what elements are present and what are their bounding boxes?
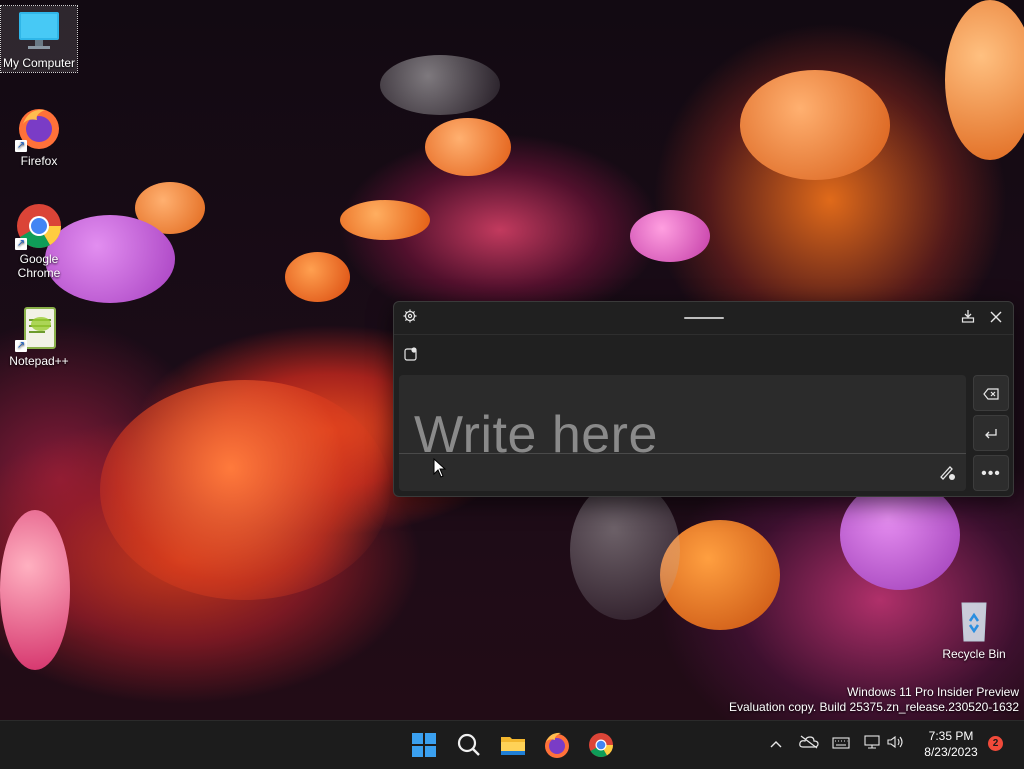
write-placeholder: Write here: [414, 406, 658, 464]
handwriting-titlebar[interactable]: [394, 302, 1013, 335]
file-explorer-icon[interactable]: [497, 729, 529, 761]
shortcut-arrow-icon: ↗: [15, 140, 27, 152]
more-icon: •••: [981, 465, 1001, 482]
desktop-icon-label: Notepad++: [9, 354, 69, 368]
writing-baseline: [399, 453, 966, 454]
backspace-button[interactable]: [973, 375, 1009, 411]
chevron-up-icon[interactable]: [768, 735, 784, 755]
desktop-icon-firefox[interactable]: ↗ Firefox: [1, 104, 77, 168]
network-icon[interactable]: [863, 735, 881, 755]
chrome-icon[interactable]: [585, 729, 617, 761]
keyboard-icon[interactable]: [832, 735, 850, 755]
start-icon[interactable]: [408, 729, 440, 761]
clock-time: 7:35 PM: [928, 729, 974, 743]
taskbar-clock[interactable]: 7:35 PM 8/23/2023: [915, 728, 987, 760]
pen-icon[interactable]: [938, 463, 956, 481]
enter-button[interactable]: [973, 415, 1009, 451]
emoji-icon[interactable]: [404, 347, 418, 361]
recycle-bin-icon: [950, 597, 998, 645]
backspace-icon: [983, 385, 999, 401]
firefox-icon: ↗: [15, 104, 63, 152]
desktop-icon-recycle-bin[interactable]: Recycle Bin: [936, 597, 1012, 661]
search-icon[interactable]: [453, 729, 485, 761]
notepadpp-icon: ↗: [15, 304, 63, 352]
titlebar-divider: [394, 334, 1013, 335]
watermark-line1: Windows 11 Pro Insider Preview: [847, 685, 1019, 699]
desktop-icon-notepadpp[interactable]: ↗ Notepad++: [1, 304, 77, 368]
mouse-cursor-icon: [433, 457, 447, 483]
firefox-icon[interactable]: [541, 729, 573, 761]
desktop-icon-label: Google Chrome: [17, 252, 61, 280]
handwriting-panel: Write here •••: [393, 301, 1014, 497]
desktop-icon-label: Firefox: [20, 154, 58, 168]
volume-icon[interactable]: [887, 735, 905, 755]
desktop-icon-my-computer[interactable]: My Computer: [0, 5, 78, 73]
computer-icon: [15, 6, 63, 54]
gear-icon[interactable]: [400, 308, 420, 328]
close-icon[interactable]: [986, 308, 1006, 328]
notification-badge[interactable]: 2: [988, 736, 1003, 751]
shortcut-arrow-icon: ↗: [15, 340, 27, 352]
more-button[interactable]: •••: [973, 455, 1009, 491]
handwriting-input-area[interactable]: Write here: [399, 375, 966, 491]
shortcut-arrow-icon: ↗: [15, 238, 27, 250]
clock-date: 8/23/2023: [924, 745, 978, 759]
chrome-icon: ↗: [15, 202, 63, 250]
dock-icon[interactable]: [958, 308, 978, 328]
taskbar: 7:35 PM 8/23/2023: [0, 720, 1024, 769]
watermark-line2: Evaluation copy. Build 25375.zn_release.…: [729, 700, 1019, 714]
desktop-icon-label: Recycle Bin: [942, 647, 1006, 661]
desktop-icon-label: My Computer: [2, 56, 76, 70]
onedrive-icon[interactable]: [799, 735, 819, 755]
evaluation-watermark: Windows 11 Pro Insider Preview Evaluatio…: [729, 685, 1019, 715]
drag-handle[interactable]: [684, 317, 724, 319]
desktop-icon-chrome[interactable]: ↗ Google Chrome: [1, 202, 77, 280]
enter-icon: [984, 425, 998, 441]
